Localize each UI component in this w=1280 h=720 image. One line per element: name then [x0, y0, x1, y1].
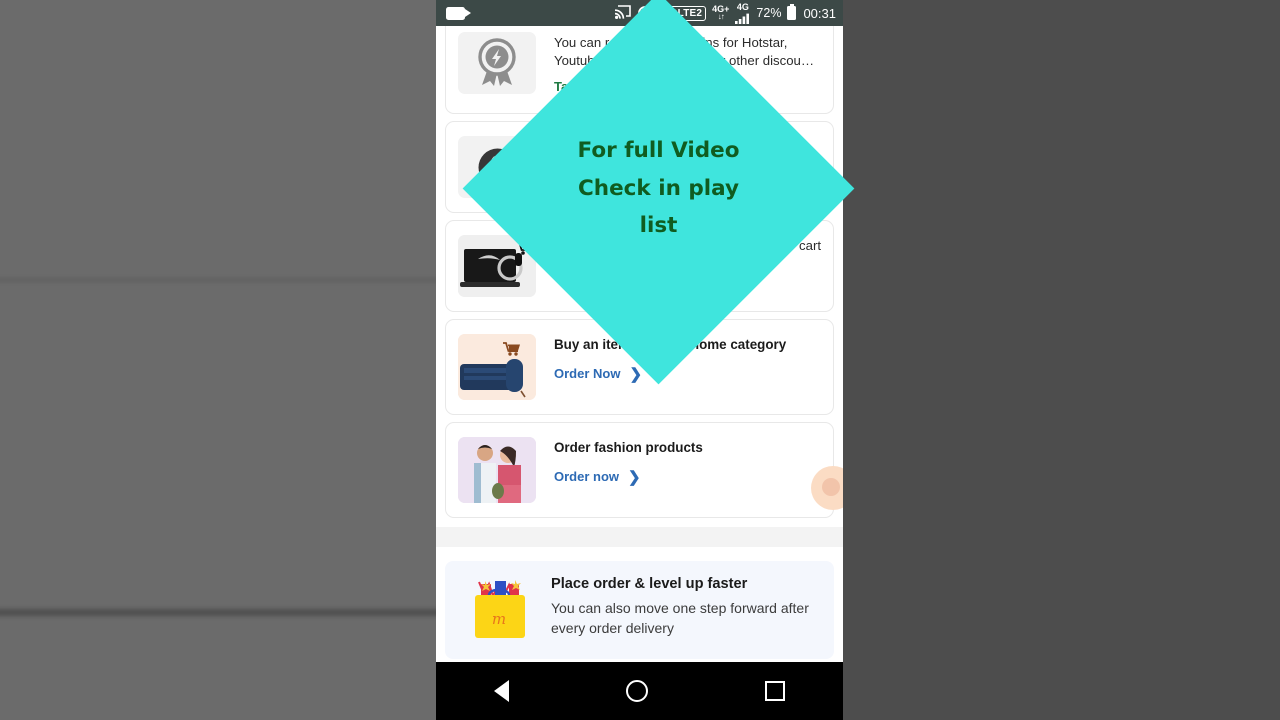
promo-banner[interactable]: m Place order & level up faster You can …	[445, 561, 834, 659]
task-cta-label: Order Now	[554, 366, 621, 381]
back-button[interactable]	[494, 680, 510, 702]
task-cta-order-now[interactable]: Order Now ❯	[554, 365, 821, 383]
android-navigation-bar[interactable]	[436, 662, 843, 720]
svg-text:m: m	[492, 610, 506, 628]
battery-icon	[787, 4, 797, 20]
gift-shopping-bag-icon: m	[457, 573, 541, 645]
network-arrows: ↓↑	[717, 12, 725, 21]
promo-diamond-line-1: For full Video	[577, 138, 740, 164]
promo-heading: Place order & level up faster	[551, 576, 748, 592]
network-type-indicator: 4G+ ↓↑	[712, 5, 729, 21]
task-card-text: Order fashion products Order now ❯	[554, 437, 821, 486]
task-cta-order-now[interactable]: Order now ❯	[554, 468, 821, 486]
fashion-couple-image	[458, 437, 536, 503]
screen-root: Add cart Task Buy e category Order	[0, 0, 1280, 720]
section-divider	[436, 527, 843, 547]
home-button[interactable]	[625, 680, 648, 702]
battery-percent-label: 72%	[756, 6, 782, 20]
chevron-right-icon: ❯	[628, 468, 641, 486]
sofa-cart-image	[458, 334, 536, 400]
promo-diamond-text: For full Video Check in play list	[520, 50, 797, 327]
promo-text: Place order & level up faster You can al…	[551, 573, 822, 639]
task-cta-label: Order now	[554, 469, 620, 484]
status-bar-left	[446, 6, 610, 20]
cast-icon	[614, 4, 631, 22]
clock-label: 00:31	[803, 5, 836, 21]
promo-diamond-line-3: list	[639, 213, 678, 239]
promo-body: You can also move one step forward after…	[551, 600, 809, 636]
signal-indicator: 4G	[735, 1, 750, 24]
task-title: Order fashion products	[554, 440, 703, 455]
promo-diamond-line-2: Check in play	[578, 175, 739, 201]
task-card-fashion[interactable]: Order fashion products Order now ❯	[445, 422, 834, 518]
chevron-right-icon: ❯	[629, 365, 643, 383]
recents-button[interactable]	[764, 681, 785, 701]
signal-label: 4G	[736, 1, 749, 12]
video-record-icon	[446, 6, 471, 20]
signal-bars-icon	[735, 13, 750, 24]
